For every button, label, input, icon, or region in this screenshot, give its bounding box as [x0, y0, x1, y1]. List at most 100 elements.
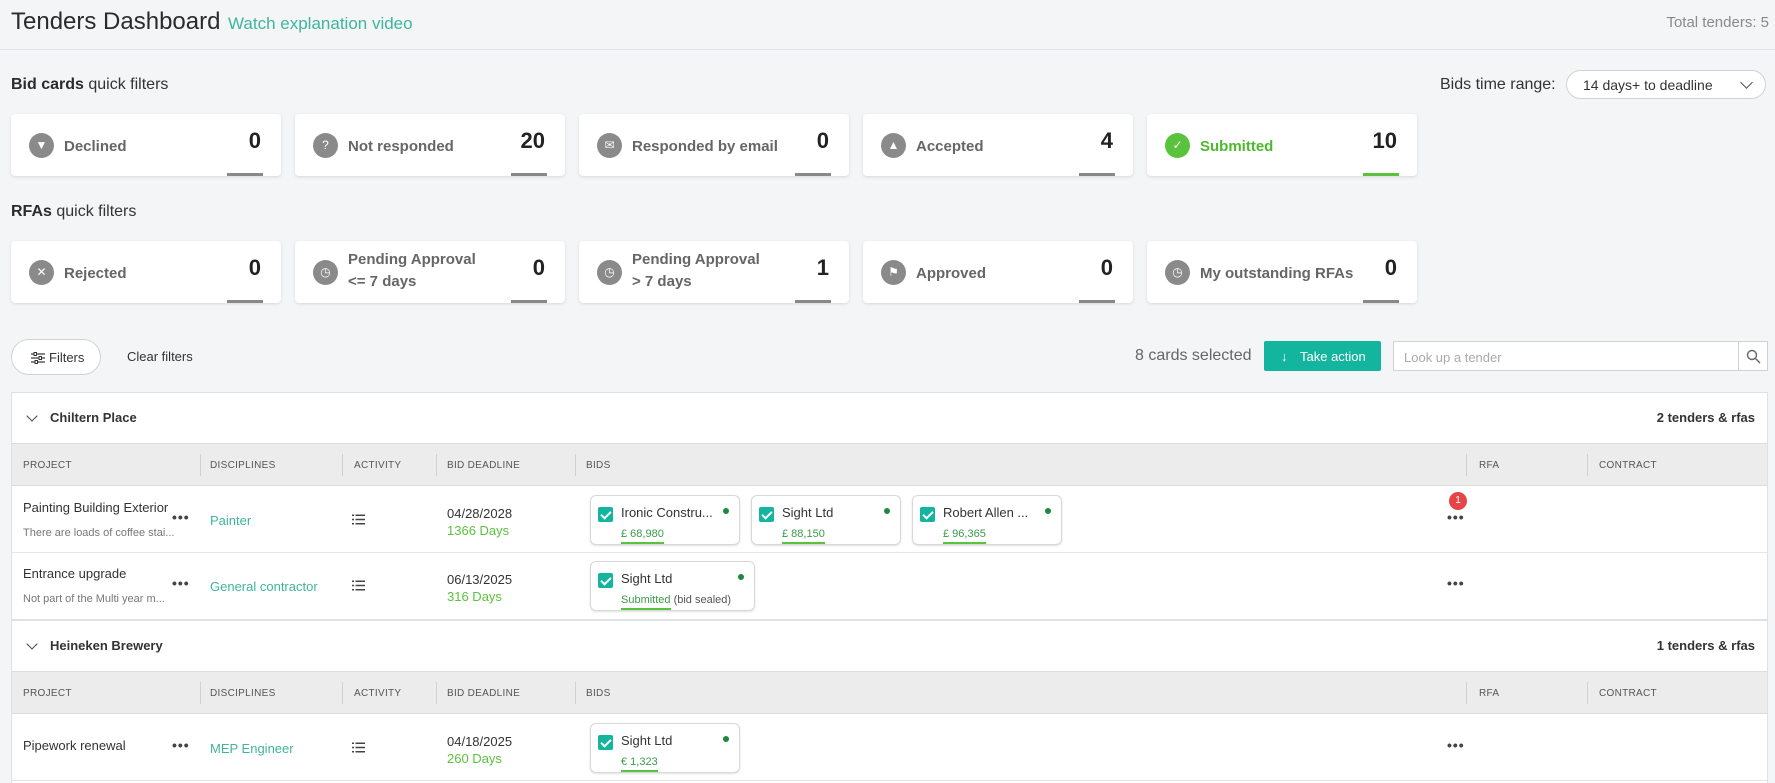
group-count: 1 tenders & rfas: [1656, 638, 1755, 653]
more-options-icon[interactable]: •••: [1447, 575, 1465, 591]
clock-icon: ◷: [313, 260, 338, 285]
filters-button-label: Filters: [49, 350, 85, 365]
filter-card-responded-email[interactable]: ✉ Responded by email 0: [579, 114, 849, 176]
discipline-link[interactable]: Painter: [210, 513, 251, 528]
filter-card-submitted[interactable]: ✓ Submitted 10: [1147, 114, 1417, 176]
bid-checkbox[interactable]: [598, 735, 613, 750]
filter-card-count: 20: [520, 128, 545, 153]
bids-time-range-value: 14 days+ to deadline: [1583, 77, 1713, 93]
more-options-icon[interactable]: •••: [1447, 509, 1465, 525]
bid-checkbox[interactable]: [598, 573, 613, 588]
col-bids: BIDS: [586, 460, 611, 471]
status-dot: [738, 574, 744, 580]
chevron-down-icon: [26, 410, 38, 422]
chevron-down-icon: [26, 638, 38, 650]
question-icon: ?: [313, 133, 338, 158]
filter-card-pending-lte-7[interactable]: ◷ Pending Approval <= 7 days 0: [295, 241, 565, 303]
col-bids: BIDS: [586, 688, 611, 699]
col-separator: [342, 454, 343, 476]
bid-checkbox[interactable]: [920, 507, 935, 522]
rfa-filters-heading: RFAs quick filters: [11, 203, 137, 220]
take-action-label: Take action: [1300, 349, 1366, 364]
tender-group-chiltern-place: Chiltern Place 2 tenders & rfas PROJECT …: [11, 392, 1768, 620]
bidder-name: Sight Ltd: [782, 505, 834, 520]
col-project: PROJECT: [23, 460, 72, 471]
col-separator: [342, 682, 343, 704]
clear-filters-button[interactable]: Clear filters: [127, 349, 193, 364]
bid-value: € 1,323: [621, 756, 658, 772]
filter-card-count: 4: [1100, 128, 1113, 153]
take-action-button[interactable]: ↓ Take action: [1264, 341, 1381, 371]
filter-card-label: Declined: [64, 138, 127, 155]
search-button[interactable]: [1738, 341, 1768, 371]
col-separator: [1466, 454, 1467, 476]
tender-group-heineken-brewery: Heineken Brewery 1 tenders & rfas PROJEC…: [11, 620, 1768, 783]
bid-card[interactable]: Sight Ltd Submitted (bid sealed): [590, 561, 755, 611]
group-header[interactable]: Chiltern Place 2 tenders & rfas: [12, 393, 1767, 443]
filter-card-approved[interactable]: ⚑ Approved 0: [863, 241, 1133, 303]
bid-card[interactable]: Sight Ltd € 1,323: [590, 723, 740, 773]
more-options-icon[interactable]: •••: [172, 737, 190, 753]
col-separator: [575, 682, 576, 704]
table-row[interactable]: Entrance upgrade Not part of the Multi y…: [12, 553, 1767, 619]
bid-value: £ 68,980: [621, 528, 664, 544]
filter-card-count: 0: [248, 128, 261, 153]
bid-card[interactable]: Ironic Constru... £ 68,980: [590, 495, 740, 545]
filter-card-bar: [1079, 300, 1115, 303]
col-contract: CONTRACT: [1599, 460, 1657, 471]
discipline-link[interactable]: General contractor: [210, 579, 318, 594]
filter-card-count: 1: [816, 255, 829, 280]
filter-card-bar: [795, 173, 831, 176]
bid-card[interactable]: Sight Ltd £ 88,150: [751, 495, 901, 545]
project-description: Not part of the Multi year m...: [23, 593, 165, 605]
filter-card-bar: [511, 300, 547, 303]
flag-icon: ⚑: [881, 260, 906, 285]
col-separator: [1587, 454, 1588, 476]
filters-button[interactable]: Filters: [11, 339, 101, 375]
more-options-icon[interactable]: •••: [172, 509, 190, 525]
filter-card-bar: [1363, 173, 1399, 176]
group-count: 2 tenders & rfas: [1656, 410, 1755, 425]
more-options-icon[interactable]: •••: [172, 575, 190, 591]
col-contract: CONTRACT: [1599, 688, 1657, 699]
filter-card-label: My outstanding RFAs: [1200, 265, 1354, 282]
tender-search-input[interactable]: Look up a tender: [1393, 341, 1739, 371]
bids-time-range-select[interactable]: 14 days+ to deadline: [1566, 70, 1766, 99]
filter-card-pending-gt-7[interactable]: ◷ Pending Approval > 7 days 1: [579, 241, 849, 303]
filter-card-my-outstanding[interactable]: ◷ My outstanding RFAs 0: [1147, 241, 1417, 303]
group-header[interactable]: Heineken Brewery 1 tenders & rfas: [12, 621, 1767, 671]
bid-checkbox[interactable]: [759, 507, 774, 522]
bid-value: £ 96,365: [943, 528, 986, 544]
page-title: Tenders Dashboard: [11, 8, 221, 35]
project-description: There are loads of coffee stai...: [23, 527, 175, 539]
clock-icon: ◷: [597, 260, 622, 285]
activity-list-icon[interactable]: [352, 514, 365, 525]
filter-card-label: Accepted: [916, 138, 984, 155]
filter-card-count: 0: [816, 128, 829, 153]
discipline-link[interactable]: MEP Engineer: [210, 741, 294, 756]
filter-card-not-responded[interactable]: ? Not responded 20: [295, 114, 565, 176]
col-disciplines: DISCIPLINES: [210, 460, 276, 471]
bidder-name: Robert Allen ...: [943, 505, 1029, 520]
filter-card-rejected[interactable]: ✕ Rejected 0: [11, 241, 281, 303]
col-separator: [436, 454, 437, 476]
thumbs-up-icon: ▲: [881, 133, 906, 158]
rfa-notification-badge[interactable]: 1: [1449, 492, 1467, 510]
check-circle-icon: ✓: [1165, 133, 1190, 158]
filter-card-accepted[interactable]: ▲ Accepted 4: [863, 114, 1133, 176]
col-rfa: RFA: [1479, 460, 1500, 471]
filter-card-label: Pending Approval > 7 days: [632, 251, 760, 290]
table-row[interactable]: Pipework renewal ••• MEP Engineer 04/18/…: [12, 715, 1767, 781]
filter-card-declined[interactable]: ▼ Declined 0: [11, 114, 281, 176]
watch-video-link[interactable]: Watch explanation video: [228, 14, 413, 34]
status-dot: [723, 508, 729, 514]
bid-checkbox[interactable]: [598, 507, 613, 522]
table-row[interactable]: Painting Building Exterior There are loa…: [12, 487, 1767, 553]
bid-card[interactable]: Robert Allen ... £ 96,365: [912, 495, 1062, 545]
activity-list-icon[interactable]: [352, 742, 365, 753]
more-options-icon[interactable]: •••: [1447, 737, 1465, 753]
activity-list-icon[interactable]: [352, 580, 365, 591]
bid-deadline: 04/18/2025: [447, 734, 513, 749]
filter-card-count: 0: [532, 255, 545, 280]
bid-deadline: 04/28/2028: [447, 506, 513, 521]
